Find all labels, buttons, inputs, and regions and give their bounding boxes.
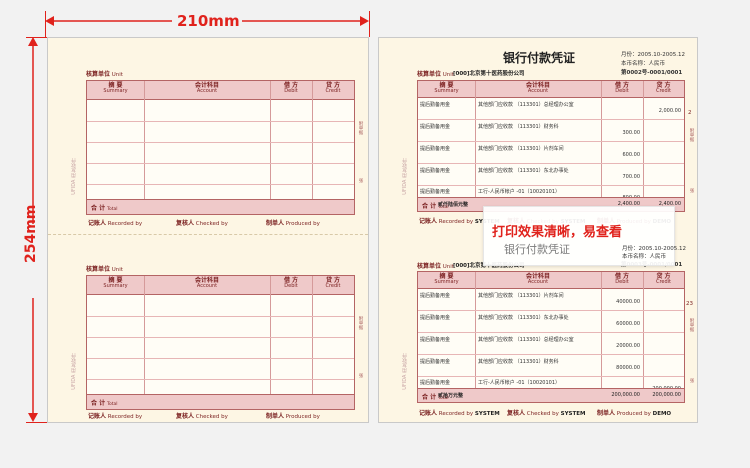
sig-produced: 制单人 Produced by DEMO — [597, 410, 672, 417]
blank-voucher-sheet: UFIDA 用友软件 UFIDA 用友软件 核算单位 Unit 摘 要 Summa… — [47, 37, 369, 423]
callout-period: 月份：2005.10-2005.12 — [622, 246, 686, 252]
sig-recorded: 记账人 Recorded by SYSTEM — [419, 410, 500, 417]
blank-table: 摘 要 Summary 会计科目 Account 借 方 Debit 贷 方 Credi… — [86, 80, 355, 215]
voucher-number: 第0002号-0001/0001 — [621, 70, 683, 76]
total-debit: 200,000.00 — [611, 392, 640, 398]
sig-produced-bottom: 制单人 Produced by — [266, 413, 320, 420]
unit-label: 核算单位 Unit — [86, 71, 123, 78]
table-header: 摘 要 Summary 会计科目 Account 借 方 Debit 贷 方 Credi… — [87, 276, 354, 295]
sig-checked-top: 复核人 Checked by — [176, 220, 228, 227]
perforation-line — [48, 234, 368, 235]
blank-form-bottom: 核算单位 Unit 摘 要 Summary 会计科目 Account 借 方 Debi… — [48, 261, 368, 421]
side-page-count: 23 — [686, 301, 693, 307]
col-debit: 借 方 Debit — [270, 276, 313, 294]
sig-checked: 复核人 Checked by SYSTEM — [507, 410, 586, 417]
callout-headline: 打印效果清晰，易查看 — [492, 225, 623, 240]
col-account: 会计科目 Account — [475, 81, 602, 97]
col-account: 会计科目 Account — [475, 272, 602, 288]
col-credit: 贷 方 Credit — [325, 82, 341, 94]
blank-table: 摘 要 Summary 会计科目 Account 借 方 Debit 贷 方 Credi… — [86, 275, 355, 410]
table-header: 摘 要 Summary 会计科目 Account 借 方 Debit 贷 方 Credi… — [418, 272, 684, 289]
voucher-table: 摘 要 Summary 会计科目 Account 借 方 Debit 贷 方 Credi… — [417, 80, 685, 212]
col-account: 会计科目 Account — [144, 81, 271, 99]
voucher-table: 摘 要 Summary 会计科目 Account 借 方 Debit 贷 方 Credi… — [417, 271, 685, 403]
voucher-period: 月份：2005.10-2005.12 — [621, 52, 685, 58]
table-header: 摘 要 Summary 会计科目 Account 借 方 Debit 贷 方 Credi… — [87, 81, 354, 100]
col-summary: 摘 要 Summary — [87, 81, 145, 99]
col-credit: 贷 方 Credit — [655, 273, 672, 285]
side-note: 附单据 — [689, 128, 694, 142]
unit-value: [000]北京第十医药股份公司 — [453, 71, 525, 77]
col-account: 会计科目 Account — [144, 276, 271, 294]
col-debit: 借 方 Debit — [270, 81, 313, 99]
total-row: 合 计 Total — [87, 394, 354, 409]
width-label: 210mm — [177, 12, 240, 30]
total-in-words: 贰仟陆佰元整 — [438, 202, 469, 208]
blank-form-top: 核算单位 Unit 摘 要 Summary 会计科目 Account 借 方 Debi… — [48, 66, 368, 227]
printed-voucher-top: 银行付款凭证 月份：2005.10-2005.12 本币名称：人民币 第0002… — [379, 38, 697, 233]
side-note-2: 张 — [689, 378, 694, 383]
height-label: 254mm — [23, 204, 39, 263]
voucher-title: 银行付款凭证 — [503, 51, 576, 65]
col-credit: 贷 方 Credit — [325, 277, 341, 289]
side-page-count: 2 — [688, 110, 692, 116]
side-note-top: 附单据 — [358, 121, 363, 135]
col-summary: 摘 要 Summary — [418, 272, 476, 288]
col-debit: 借 方 Debit — [601, 81, 644, 97]
print-quality-callout: 打印效果清晰，易查看 银行付款凭证 月份：2005.10-2005.12 本币名… — [483, 206, 686, 266]
sig-recorded-bottom: 记账人 Recorded by — [88, 413, 143, 420]
total-credit: 200,000.00 — [652, 392, 681, 398]
table-header: 摘 要 Summary 会计科目 Account 借 方 Debit 贷 方 Credi… — [418, 81, 684, 98]
col-summary: 摘 要 Summary — [87, 276, 145, 294]
sig-recorded-top: 记账人 Recorded by — [88, 220, 143, 227]
unit-label: 核算单位 Unit — [417, 71, 454, 78]
voucher-currency: 本币名称：人民币 — [621, 61, 666, 67]
unit-label: 核算单位 Unit — [86, 266, 123, 273]
side-note-top-2: 张 — [358, 178, 363, 183]
col-credit: 贷 方 Credit — [655, 82, 672, 94]
col-summary: 摘 要 Summary — [418, 81, 476, 97]
total-in-words: 贰拾万元整 — [438, 393, 464, 399]
sig-produced-top: 制单人 Produced by — [266, 220, 320, 227]
side-note-bottom-2: 张 — [358, 373, 363, 378]
unit-label: 核算单位 Unit — [417, 263, 454, 270]
side-note-bottom: 附单据 — [358, 316, 363, 330]
side-note-2: 张 — [689, 188, 694, 193]
callout-subtitle: 银行付款凭证 — [504, 243, 570, 256]
side-note: 附单据 — [689, 318, 694, 332]
callout-currency: 本币名称：人民币 — [622, 254, 667, 260]
sig-checked-bottom: 复核人 Checked by — [176, 413, 228, 420]
col-debit: 借 方 Debit — [601, 272, 644, 288]
total-row: 合 计 Total — [87, 199, 354, 214]
total-row: 合 计 Total 贰拾万元整 200,000.00 200,000.00 — [418, 388, 684, 402]
